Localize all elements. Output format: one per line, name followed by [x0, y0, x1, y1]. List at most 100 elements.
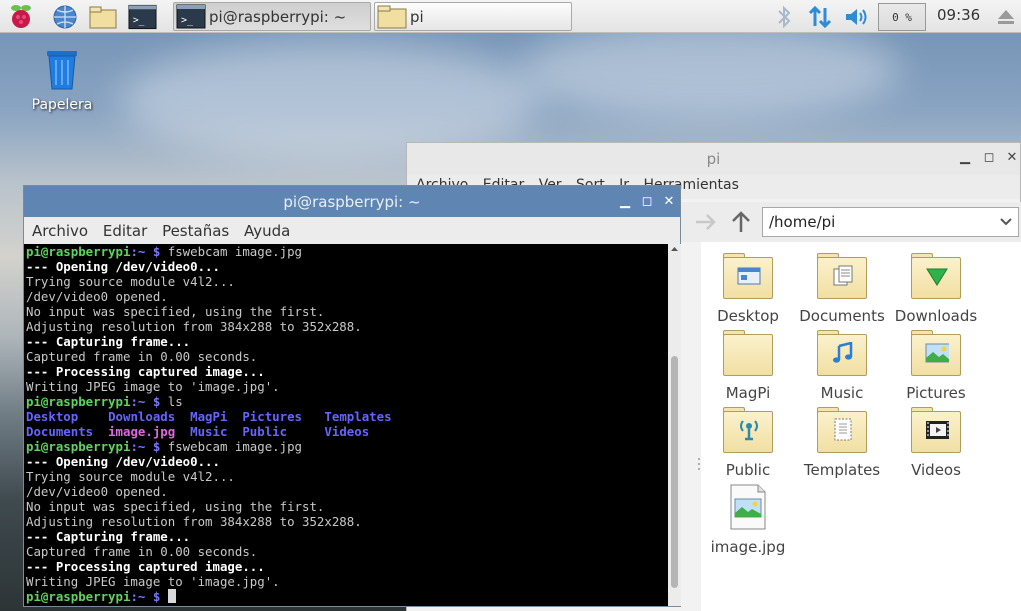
file-label: Public	[725, 461, 771, 479]
file-item-pictures[interactable]: Pictures	[889, 330, 983, 402]
file-grid: Desktop Documents Downloads MagPi Music …	[701, 242, 1021, 611]
ls-dir-entry: Documents	[26, 424, 109, 439]
cpu-usage-value: 0 %	[892, 10, 912, 24]
file-label: Pictures	[906, 384, 966, 402]
ls-dir-entry: Music	[190, 424, 243, 439]
ls-dir-entry: Desktop	[26, 409, 109, 424]
terminal-line: --- Opening /dev/video0...	[26, 259, 668, 274]
terminal-line: pi@raspberrypi:~ $ ls	[26, 394, 668, 409]
file-item-desktop[interactable]: Desktop	[701, 253, 795, 325]
output-text: Writing JPEG image to 'image.jpg'.	[26, 574, 280, 589]
terminal-line: Trying source module v4l2...	[26, 469, 668, 484]
maximize-icon[interactable]: ◻	[980, 149, 998, 167]
terminal-line: Captured frame in 0.00 seconds.	[26, 544, 668, 559]
output-text: Writing JPEG image to 'image.jpg'.	[26, 379, 280, 394]
downloads-folder-icon	[911, 253, 961, 299]
menu-ayuda[interactable]: Ayuda	[244, 222, 290, 240]
svg-text:>_: >_	[181, 15, 194, 26]
minimize-icon[interactable]: ▁	[616, 193, 634, 211]
file-item-videos[interactable]: Videos	[889, 407, 983, 479]
prompt-user: pi@raspberrypi	[26, 394, 131, 409]
output-text: --- Capturing frame...	[26, 529, 191, 544]
ls-dir-entry: MagPi	[190, 409, 243, 424]
terminal-launcher-icon[interactable]: >_	[128, 2, 157, 31]
output-text: --- Processing captured image...	[26, 364, 265, 379]
svg-text:>_: >_	[133, 14, 145, 25]
output-text: /dev/video0 opened.	[26, 484, 168, 499]
terminal-scrollbar[interactable]	[668, 244, 681, 606]
output-text: --- Capturing frame...	[26, 334, 191, 349]
terminal-line: Desktop Downloads MagPi Pictures Templat…	[26, 409, 668, 424]
terminal-line: Writing JPEG image to 'image.jpg'.	[26, 379, 668, 394]
network-icon[interactable]	[805, 2, 834, 31]
terminal-line: --- Opening /dev/video0...	[26, 454, 668, 469]
ls-dir-entry: Templates	[324, 409, 392, 424]
file-manager-icon[interactable]	[88, 2, 117, 31]
top-panel: >_ >_ pi@raspberrypi: ~ pi 0 % 09:36	[0, 0, 1021, 33]
web-browser-icon[interactable]	[50, 2, 79, 31]
close-icon[interactable]: ✕	[1003, 149, 1021, 167]
path-input[interactable]: /home/pi	[762, 207, 1019, 237]
output-text: No input was specified, using the first.	[26, 304, 325, 319]
terminal-line: No input was specified, using the first.	[26, 499, 668, 514]
forward-arrow-icon[interactable]	[693, 211, 719, 233]
wallpaper-cloud	[520, 20, 900, 120]
terminal-line: --- Processing captured image...	[26, 559, 668, 574]
file-label: Desktop	[717, 307, 779, 325]
public-folder-icon	[723, 407, 773, 453]
up-arrow-icon[interactable]	[729, 209, 753, 235]
menu-pestanas[interactable]: Pestañas	[162, 222, 229, 240]
image-file-icon	[723, 484, 773, 530]
command-text: ls	[160, 394, 183, 409]
eject-icon[interactable]	[991, 2, 1020, 31]
terminal-line: Documents image.jpg Music Public Videos	[26, 424, 668, 439]
prompt-path: :~ $	[130, 439, 161, 454]
maximize-icon[interactable]: ◻	[638, 193, 656, 211]
trash-icon	[47, 51, 77, 90]
terminal-screen[interactable]: pi@raspberrypi:~ $ fswebcam image.jpg ---…	[24, 244, 668, 606]
taskbar-task-label: pi	[410, 7, 424, 26]
desktop-trash[interactable]: Papelera	[26, 46, 98, 113]
documents-folder-icon	[817, 253, 867, 299]
terminal-line: Writing JPEG image to 'image.jpg'.	[26, 574, 668, 589]
terminal-line: pi@raspberrypi:~ $ fswebcam image.jpg	[26, 439, 668, 454]
file-item-templates[interactable]: Templates	[795, 407, 889, 479]
menu-editar[interactable]: Editar	[103, 222, 147, 240]
scrollbar-thumb[interactable]	[671, 356, 678, 588]
file-item-magpi[interactable]: MagPi	[701, 330, 795, 402]
file-item-music[interactable]: Music	[795, 330, 889, 402]
output-text: --- Opening /dev/video0...	[26, 259, 220, 274]
taskbar-terminal-task[interactable]: >_ pi@raspberrypi: ~	[173, 2, 371, 31]
file-item-image-jpg[interactable]: image.jpg	[701, 484, 795, 556]
cpu-monitor[interactable]: 0 %	[878, 3, 926, 31]
videos-folder-icon	[911, 407, 961, 453]
chevron-down-icon[interactable]	[1000, 217, 1012, 227]
desktop-folder-icon	[723, 253, 773, 299]
minimize-icon[interactable]: ▁	[956, 149, 974, 167]
output-text: Adjusting resolution from 384x288 to 352…	[26, 319, 362, 334]
clock[interactable]: 09:36	[937, 6, 980, 24]
taskbar-filemanager-task[interactable]: pi	[374, 2, 572, 31]
bluetooth-icon[interactable]	[769, 2, 798, 31]
prompt-path: :~ $	[130, 394, 161, 409]
output-text: --- Opening /dev/video0...	[26, 454, 220, 469]
pictures-folder-icon	[911, 330, 961, 376]
ls-file-entry: image.jpg	[108, 424, 191, 439]
terminal-line: --- Capturing frame...	[26, 529, 668, 544]
volume-icon[interactable]	[842, 2, 871, 31]
output-text: Captured frame in 0.00 seconds.	[26, 544, 258, 559]
output-text: Trying source module v4l2...	[26, 274, 235, 289]
file-item-documents[interactable]: Documents	[795, 253, 889, 325]
terminal-menubar: Archivo Editar Pestañas Ayuda	[24, 217, 680, 244]
file-item-downloads[interactable]: Downloads	[889, 253, 983, 325]
file-label: Documents	[799, 307, 885, 325]
raspberry-menu-icon[interactable]	[6, 2, 35, 31]
terminal-line: pi@raspberrypi:~ $	[26, 589, 668, 604]
file-item-public[interactable]: Public	[701, 407, 795, 479]
ls-dir-entry: Pictures	[242, 409, 325, 424]
file-manager-titlebar[interactable]: pi ▁ ◻ ✕	[407, 143, 1020, 175]
terminal-titlebar[interactable]: pi@raspberrypi: ~ ▁ ◻ ✕	[24, 186, 680, 217]
ls-dir-entry: Public	[242, 424, 325, 439]
menu-archivo[interactable]: Archivo	[32, 222, 88, 240]
close-icon[interactable]: ✕	[660, 193, 678, 211]
